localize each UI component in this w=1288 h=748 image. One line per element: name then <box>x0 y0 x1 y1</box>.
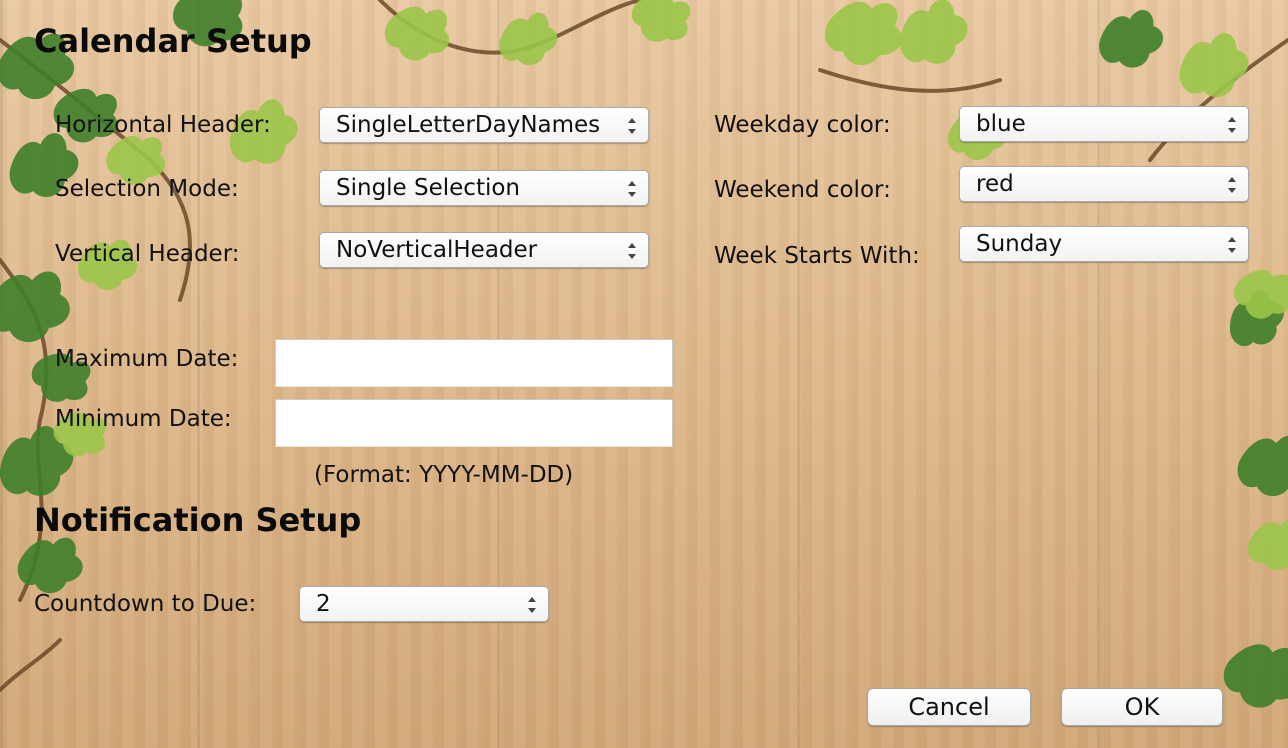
selection-mode-select[interactable]: Single Selection <box>319 170 649 206</box>
weekday-color-label: Weekday color: <box>714 112 891 138</box>
weekday-color-value: blue <box>976 111 1026 137</box>
up-down-chevron-icon <box>528 597 536 613</box>
up-down-chevron-icon <box>628 181 636 197</box>
up-down-chevron-icon <box>1228 237 1236 253</box>
countdown-select[interactable]: 2 <box>299 586 549 622</box>
countdown-label: Countdown to Due: <box>34 591 257 617</box>
weekend-color-value: red <box>976 171 1014 197</box>
selection-mode-label: Selection Mode: <box>55 176 239 202</box>
maximum-date-label: Maximum Date: <box>55 346 239 372</box>
week-starts-with-label: Week Starts With: <box>714 243 920 269</box>
minimum-date-label: Minimum Date: <box>55 406 232 432</box>
up-down-chevron-icon <box>628 243 636 259</box>
week-starts-with-value: Sunday <box>976 231 1063 257</box>
minimum-date-field[interactable] <box>275 399 673 447</box>
calendar-setup-title: Calendar Setup <box>34 22 312 60</box>
weekend-color-select[interactable]: red <box>959 166 1249 202</box>
vertical-header-value: NoVerticalHeader <box>336 237 538 263</box>
maximum-date-field[interactable] <box>275 339 673 387</box>
countdown-value: 2 <box>316 591 331 617</box>
date-format-hint: (Format: YYYY-MM-DD) <box>314 462 574 488</box>
vertical-header-label: Vertical Header: <box>55 241 240 267</box>
ok-button[interactable]: OK <box>1061 688 1223 726</box>
vertical-header-select[interactable]: NoVerticalHeader <box>319 232 649 268</box>
cancel-button[interactable]: Cancel <box>867 688 1031 726</box>
notification-setup-title: Notification Setup <box>34 501 362 539</box>
week-starts-with-select[interactable]: Sunday <box>959 226 1249 262</box>
up-down-chevron-icon <box>1228 177 1236 193</box>
up-down-chevron-icon <box>628 118 636 134</box>
weekday-color-select[interactable]: blue <box>959 106 1249 142</box>
selection-mode-value: Single Selection <box>336 175 521 201</box>
weekend-color-label: Weekend color: <box>714 177 891 203</box>
horizontal-header-select[interactable]: SingleLetterDayNames <box>319 107 649 143</box>
horizontal-header-value: SingleLetterDayNames <box>336 112 601 138</box>
up-down-chevron-icon <box>1228 117 1236 133</box>
horizontal-header-label: Horizontal Header: <box>55 112 271 138</box>
